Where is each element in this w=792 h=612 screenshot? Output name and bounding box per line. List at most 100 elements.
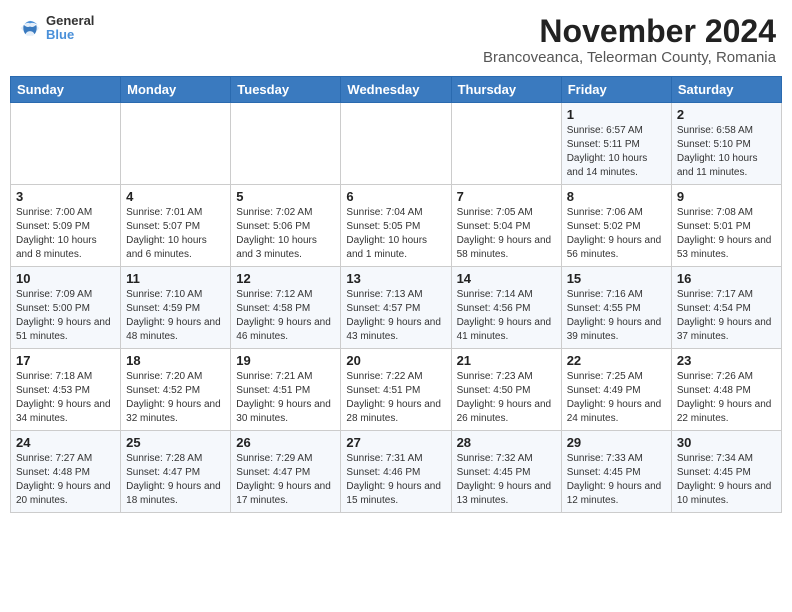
day-info: Sunrise: 7:00 AM Sunset: 5:09 PM Dayligh…: [16, 206, 115, 262]
calendar-day-header: Saturday: [671, 77, 781, 103]
day-number: 25: [126, 435, 225, 450]
calendar-cell: 12Sunrise: 7:12 AM Sunset: 4:58 PM Dayli…: [231, 267, 341, 349]
day-number: 12: [236, 271, 335, 286]
day-number: 4: [126, 189, 225, 204]
calendar-day-header: Tuesday: [231, 77, 341, 103]
title-area: November 2024 Brancoveanca, Teleorman Co…: [483, 14, 776, 66]
calendar-day-header: Monday: [121, 77, 231, 103]
calendar-cell: 4 Sunrise: 7:01 AM Sunset: 5:07 PM Daylig…: [121, 185, 231, 267]
day-info: Sunrise: 7:04 AM Sunset: 5:05 PM Dayligh…: [346, 206, 445, 262]
calendar-cell: 2 Sunrise: 6:58 AM Sunset: 5:10 PM Daylig…: [671, 103, 781, 185]
calendar-cell: 22Sunrise: 7:25 AM Sunset: 4:49 PM Dayli…: [561, 349, 671, 431]
calendar-cell: 25 Sunrise: 7:28 AM Sunset: 4:47 PM Dayli…: [121, 431, 231, 513]
day-info: Sunrise: 7:18 AM Sunset: 4:53 PM Dayligh…: [16, 370, 115, 426]
day-info: Sunrise: 7:16 AM Sunset: 4:55 PM Dayligh…: [567, 288, 666, 344]
day-info: Sunrise: 7:14 AM Sunset: 4:56 PM Dayligh…: [457, 288, 556, 344]
day-info: Sunrise: 6:57 AM Sunset: 5:11 PM Dayligh…: [567, 124, 666, 180]
day-number: 2: [677, 107, 776, 122]
day-info: Sunrise: 7:23 AM Sunset: 4:50 PM Dayligh…: [457, 370, 556, 426]
day-info: Sunrise: 7:31 AM Sunset: 4:46 PM Dayligh…: [346, 452, 445, 508]
calendar-cell: 19Sunrise: 7:21 AM Sunset: 4:51 PM Dayli…: [231, 349, 341, 431]
calendar-cell: 30 Sunrise: 7:34 AM Sunset: 4:45 PM Dayli…: [671, 431, 781, 513]
day-info: Sunrise: 7:33 AM Sunset: 4:45 PM Dayligh…: [567, 452, 666, 508]
day-number: 10: [16, 271, 115, 286]
day-number: 3: [16, 189, 115, 204]
day-info: Sunrise: 7:13 AM Sunset: 4:57 PM Dayligh…: [346, 288, 445, 344]
calendar-cell: 28 Sunrise: 7:32 AM Sunset: 4:45 PM Dayli…: [451, 431, 561, 513]
calendar-cell: 18Sunrise: 7:20 AM Sunset: 4:52 PM Dayli…: [121, 349, 231, 431]
day-info: Sunrise: 7:32 AM Sunset: 4:45 PM Dayligh…: [457, 452, 556, 508]
calendar-day-header: Wednesday: [341, 77, 451, 103]
day-info: Sunrise: 7:21 AM Sunset: 4:51 PM Dayligh…: [236, 370, 335, 426]
day-number: 30: [677, 435, 776, 450]
calendar-cell: [231, 103, 341, 185]
calendar-cell: 7 Sunrise: 7:05 AM Sunset: 5:04 PM Daylig…: [451, 185, 561, 267]
day-number: 5: [236, 189, 335, 204]
calendar-cell: 10 Sunrise: 7:09 AM Sunset: 5:00 PM Dayli…: [11, 267, 121, 349]
day-info: Sunrise: 7:20 AM Sunset: 4:52 PM Dayligh…: [126, 370, 225, 426]
day-info: Sunrise: 7:17 AM Sunset: 4:54 PM Dayligh…: [677, 288, 776, 344]
day-number: 7: [457, 189, 556, 204]
day-info: Sunrise: 7:01 AM Sunset: 5:07 PM Dayligh…: [126, 206, 225, 262]
calendar-week-row: 24 Sunrise: 7:27 AM Sunset: 4:48 PM Dayli…: [11, 431, 782, 513]
page-subtitle: Brancoveanca, Teleorman County, Romania: [483, 49, 776, 66]
day-number: 28: [457, 435, 556, 450]
day-info: Sunrise: 6:58 AM Sunset: 5:10 PM Dayligh…: [677, 124, 776, 180]
day-number: 27: [346, 435, 445, 450]
day-info: Sunrise: 7:34 AM Sunset: 4:45 PM Dayligh…: [677, 452, 776, 508]
day-number: 11: [126, 271, 225, 286]
calendar-table: SundayMondayTuesdayWednesdayThursdayFrid…: [10, 76, 782, 513]
logo-text: General Blue: [46, 14, 94, 43]
calendar-cell: 21 Sunrise: 7:23 AM Sunset: 4:50 PM Dayli…: [451, 349, 561, 431]
logo-line1: General: [46, 14, 94, 28]
day-info: Sunrise: 7:29 AM Sunset: 4:47 PM Dayligh…: [236, 452, 335, 508]
day-number: 22: [567, 353, 666, 368]
calendar-cell: 24 Sunrise: 7:27 AM Sunset: 4:48 PM Dayli…: [11, 431, 121, 513]
calendar-cell: 26 Sunrise: 7:29 AM Sunset: 4:47 PM Dayli…: [231, 431, 341, 513]
logo-icon: [16, 14, 44, 42]
day-number: 24: [16, 435, 115, 450]
day-number: 9: [677, 189, 776, 204]
calendar-cell: 11 Sunrise: 7:10 AM Sunset: 4:59 PM Dayli…: [121, 267, 231, 349]
day-number: 21: [457, 353, 556, 368]
day-number: 20: [346, 353, 445, 368]
calendar-header-row: SundayMondayTuesdayWednesdayThursdayFrid…: [11, 77, 782, 103]
calendar-cell: [11, 103, 121, 185]
day-number: 17: [16, 353, 115, 368]
day-info: Sunrise: 7:26 AM Sunset: 4:48 PM Dayligh…: [677, 370, 776, 426]
calendar-week-row: 1 Sunrise: 6:57 AM Sunset: 5:11 PM Daylig…: [11, 103, 782, 185]
page-header: General Blue November 2024 Brancoveanca,…: [10, 10, 782, 70]
day-number: 15: [567, 271, 666, 286]
day-info: Sunrise: 7:05 AM Sunset: 5:04 PM Dayligh…: [457, 206, 556, 262]
day-info: Sunrise: 7:27 AM Sunset: 4:48 PM Dayligh…: [16, 452, 115, 508]
calendar-cell: [341, 103, 451, 185]
calendar-cell: 23 Sunrise: 7:26 AM Sunset: 4:48 PM Dayli…: [671, 349, 781, 431]
day-info: Sunrise: 7:28 AM Sunset: 4:47 PM Dayligh…: [126, 452, 225, 508]
day-number: 6: [346, 189, 445, 204]
day-number: 16: [677, 271, 776, 286]
calendar-cell: 16 Sunrise: 7:17 AM Sunset: 4:54 PM Dayli…: [671, 267, 781, 349]
day-number: 26: [236, 435, 335, 450]
day-number: 14: [457, 271, 556, 286]
day-number: 13: [346, 271, 445, 286]
calendar-cell: 27 Sunrise: 7:31 AM Sunset: 4:46 PM Dayli…: [341, 431, 451, 513]
calendar-cell: 6 Sunrise: 7:04 AM Sunset: 5:05 PM Daylig…: [341, 185, 451, 267]
day-info: Sunrise: 7:09 AM Sunset: 5:00 PM Dayligh…: [16, 288, 115, 344]
calendar-cell: 3 Sunrise: 7:00 AM Sunset: 5:09 PM Daylig…: [11, 185, 121, 267]
day-info: Sunrise: 7:06 AM Sunset: 5:02 PM Dayligh…: [567, 206, 666, 262]
day-number: 8: [567, 189, 666, 204]
calendar-day-header: Friday: [561, 77, 671, 103]
day-number: 1: [567, 107, 666, 122]
calendar-cell: [121, 103, 231, 185]
calendar-cell: 20 Sunrise: 7:22 AM Sunset: 4:51 PM Dayli…: [341, 349, 451, 431]
calendar-week-row: 3 Sunrise: 7:00 AM Sunset: 5:09 PM Daylig…: [11, 185, 782, 267]
logo: General Blue: [16, 14, 94, 43]
day-info: Sunrise: 7:22 AM Sunset: 4:51 PM Dayligh…: [346, 370, 445, 426]
calendar-cell: 9Sunrise: 7:08 AM Sunset: 5:01 PM Daylig…: [671, 185, 781, 267]
calendar-cell: 1 Sunrise: 6:57 AM Sunset: 5:11 PM Daylig…: [561, 103, 671, 185]
day-info: Sunrise: 7:10 AM Sunset: 4:59 PM Dayligh…: [126, 288, 225, 344]
calendar-week-row: 10 Sunrise: 7:09 AM Sunset: 5:00 PM Dayli…: [11, 267, 782, 349]
calendar-cell: 15 Sunrise: 7:16 AM Sunset: 4:55 PM Dayli…: [561, 267, 671, 349]
day-number: 23: [677, 353, 776, 368]
calendar-cell: 13 Sunrise: 7:13 AM Sunset: 4:57 PM Dayli…: [341, 267, 451, 349]
